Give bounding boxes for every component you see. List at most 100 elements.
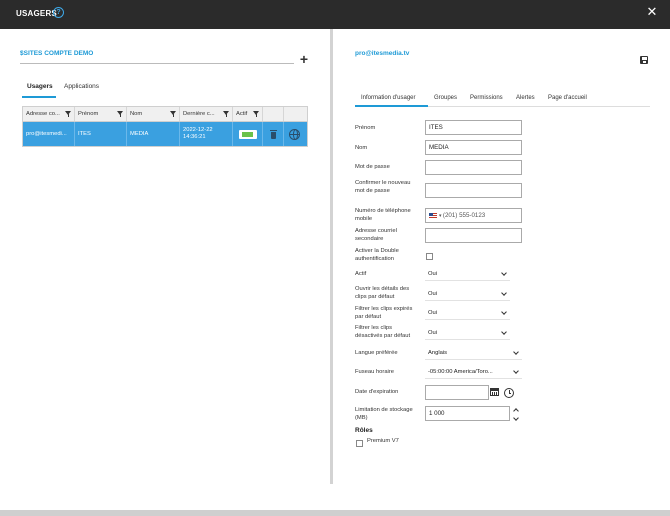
chevron-down-icon <box>501 309 507 315</box>
column-last-name-label: Nom <box>130 111 143 117</box>
help-icon[interactable]: ? <box>53 7 64 18</box>
column-first-name[interactable]: Prénom <box>75 107 127 121</box>
label-language: Langue préférée <box>355 350 398 356</box>
tab-permissions[interactable]: Permissions <box>470 95 503 101</box>
filter-icon[interactable] <box>117 111 123 117</box>
calendar-icon[interactable] <box>490 388 499 396</box>
clock-icon[interactable] <box>504 388 514 398</box>
label-secondary-email: Adresse courriel secondaire <box>355 228 397 242</box>
filter-icon[interactable] <box>253 111 259 117</box>
table-row[interactable]: pro@itesmedi... ITES MEDIA 2022-12-22 14… <box>23 122 307 146</box>
filter-icon[interactable] <box>65 111 71 117</box>
us-flag-icon[interactable] <box>429 212 437 218</box>
active-select[interactable]: Oui <box>425 267 510 281</box>
cell-first-name: ITES <box>75 122 127 146</box>
label-phone: Numéro de téléphone mobile <box>355 208 411 222</box>
chevron-down-icon[interactable] <box>513 415 519 421</box>
cell-active <box>233 122 263 146</box>
label-active: Actif <box>355 271 367 277</box>
active-right-tab-indicator <box>355 105 428 107</box>
phone-field[interactable]: ▾ (201) 555-0123 <box>425 208 522 223</box>
active-tab-indicator <box>22 96 56 98</box>
language-select[interactable]: Anglais <box>425 346 522 360</box>
bottom-bar <box>0 510 670 516</box>
open-details-select[interactable]: Oui <box>425 287 510 301</box>
account-underline <box>20 63 294 64</box>
filter-expired-select[interactable]: Oui <box>425 306 510 320</box>
tab-home-page[interactable]: Page d'accueil <box>548 95 587 101</box>
chevron-down-icon <box>501 270 507 276</box>
cell-delete <box>263 122 284 146</box>
filter-icon[interactable] <box>223 111 229 117</box>
storage-limit-field[interactable]: 1 000 <box>425 406 510 421</box>
user-email-heading: pro@itesmedia.tv <box>355 50 410 57</box>
column-email[interactable]: Adresse co... <box>23 107 75 121</box>
label-first-name: Prénom <box>355 125 376 131</box>
chevron-down-icon <box>501 290 507 296</box>
cell-date: 2022-12-22 <box>183 126 213 133</box>
label-timezone: Fuseau horaire <box>355 369 394 375</box>
account-title: $SITES COMPTE DEMO <box>20 50 94 57</box>
grid-header: Adresse co... Prénom Nom Dernière c... A… <box>23 107 307 122</box>
label-expiration: Date d'expiration <box>355 389 399 395</box>
tab-applications[interactable]: Applications <box>64 83 99 90</box>
timezone-value: -05:00:00 America/Toro... <box>428 369 493 375</box>
confirm-password-field[interactable] <box>425 183 522 198</box>
cell-globe <box>284 122 305 146</box>
roles-heading: Rôles <box>355 427 373 434</box>
role-premium-checkbox[interactable] <box>356 440 363 447</box>
cell-last-name: MEDIA <box>127 122 180 146</box>
column-email-label: Adresse co... <box>26 111 60 117</box>
open-details-value: Oui <box>428 291 438 297</box>
chevron-down-icon <box>513 368 519 374</box>
window-title: USAGERS <box>16 9 57 18</box>
filter-disabled-value: Oui <box>428 330 438 336</box>
label-2fa: Activer la Double authentification <box>355 248 399 262</box>
column-first-name-label: Prénom <box>78 111 99 117</box>
title-bar: USAGERS ? ✕ <box>0 0 670 29</box>
tab-user-info[interactable]: Information d'usager <box>361 95 416 101</box>
filter-disabled-select[interactable]: Oui <box>425 326 510 340</box>
column-active[interactable]: Actif <box>233 107 263 121</box>
globe-icon[interactable] <box>289 128 300 140</box>
active-toggle[interactable] <box>239 129 257 139</box>
column-delete <box>263 107 284 121</box>
close-icon[interactable]: ✕ <box>645 5 659 19</box>
label-storage: Limitation de stockage (MB) <box>355 407 413 421</box>
tab-alerts[interactable]: Alertes <box>516 95 535 101</box>
language-value: Anglais <box>428 350 448 356</box>
secondary-email-field[interactable] <box>425 228 522 243</box>
chevron-up-icon[interactable] <box>513 408 519 414</box>
pane-divider[interactable] <box>330 29 333 484</box>
chevron-down-icon <box>501 329 507 335</box>
column-active-label: Actif <box>236 111 248 117</box>
phone-placeholder: (201) 555-0123 <box>442 212 486 219</box>
cell-email: pro@itesmedi... <box>23 122 75 146</box>
column-last-connection[interactable]: Dernière c... <box>180 107 233 121</box>
last-name-field[interactable]: MEDIA <box>425 140 522 155</box>
label-password: Mot de passe <box>355 164 390 170</box>
timezone-select[interactable]: -05:00:00 America/Toro... <box>425 365 522 379</box>
label-open-details: Ouvrir les détails des clips par défaut <box>355 286 410 300</box>
label-last-name: Nom <box>355 145 368 151</box>
tab-groups[interactable]: Groupes <box>434 95 457 101</box>
save-icon[interactable] <box>640 56 648 64</box>
chevron-down-icon <box>513 349 519 355</box>
first-name-field[interactable]: ITES <box>425 120 522 135</box>
expiration-date-field[interactable] <box>425 385 489 400</box>
label-filter-expired: Filtrer les clips expirés par défaut <box>355 306 413 320</box>
column-last-name[interactable]: Nom <box>127 107 180 121</box>
column-globe <box>284 107 305 121</box>
users-grid: Adresse co... Prénom Nom Dernière c... A… <box>22 106 308 147</box>
add-user-button[interactable]: + <box>298 52 310 66</box>
column-last-connection-label: Dernière c... <box>183 111 215 117</box>
role-premium-label: Premium V7 <box>367 438 399 444</box>
trash-icon[interactable] <box>269 129 277 139</box>
2fa-checkbox[interactable] <box>426 253 433 260</box>
filter-expired-value: Oui <box>428 310 438 316</box>
cell-time: 14:36:21 <box>183 134 206 140</box>
filter-icon[interactable] <box>170 111 176 117</box>
tab-usagers[interactable]: Usagers <box>27 83 53 90</box>
cell-last-connection: 2022-12-22 14:36:21 <box>180 122 233 146</box>
password-field[interactable] <box>425 160 522 175</box>
